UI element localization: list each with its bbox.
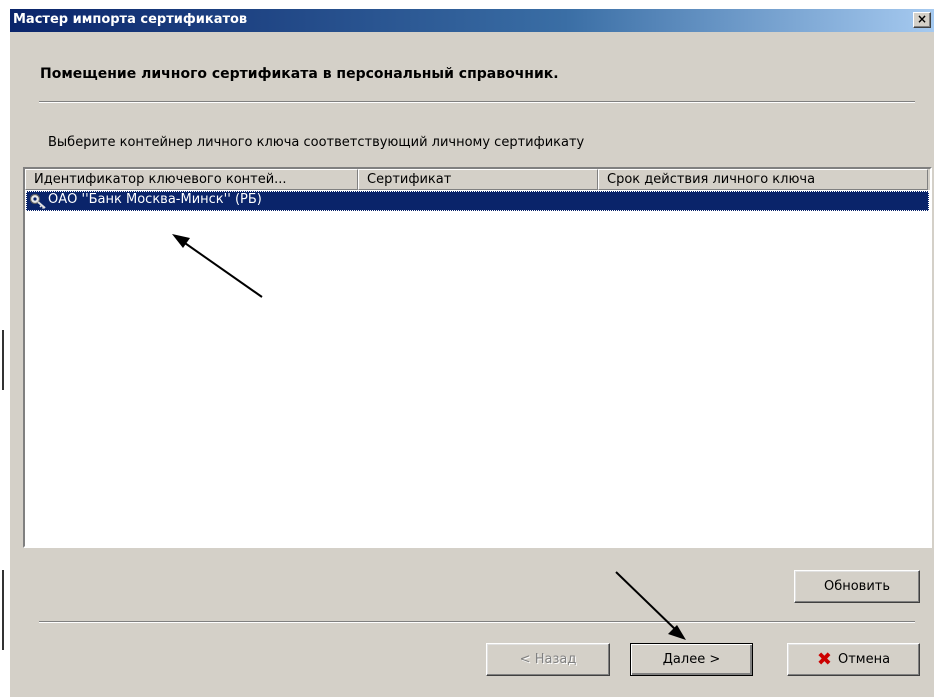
background-edge: [0, 0, 9, 697]
instruction-text: Выберите контейнер личного ключа соответ…: [48, 135, 585, 150]
page-heading: Помещение личного сертификата в персонал…: [40, 66, 559, 82]
list-header: Идентификатор ключевого контей... Сертиф…: [25, 169, 930, 190]
next-button[interactable]: Далее >: [630, 643, 753, 676]
container-name: ОАО ''Банк Москва-Минск'' (РБ): [48, 192, 262, 207]
back-button[interactable]: < Назад: [486, 643, 610, 676]
certificate-import-wizard: Мастер импорта сертификатов × Помещение …: [9, 9, 934, 697]
edge-mark: [2, 330, 4, 390]
column-header-container-id[interactable]: Идентификатор ключевого контей...: [25, 169, 358, 190]
column-header-certificate[interactable]: Сертификат: [358, 169, 598, 190]
list-item[interactable]: ОАО ''Банк Москва-Минск'' (РБ): [26, 191, 929, 211]
close-button[interactable]: ×: [913, 12, 931, 28]
title-bar[interactable]: Мастер импорта сертификатов ×: [10, 9, 934, 32]
key-container-list[interactable]: Идентификатор ключевого контей... Сертиф…: [23, 167, 932, 548]
refresh-button[interactable]: Обновить: [794, 570, 920, 603]
column-header-key-expiry[interactable]: Срок действия личного ключа: [598, 169, 928, 190]
window-title: Мастер импорта сертификатов: [13, 12, 248, 27]
key-icon: [29, 193, 46, 210]
footer-divider: [39, 621, 915, 623]
edge-mark: [2, 570, 4, 650]
cross-icon: ✖: [816, 649, 832, 670]
cancel-label: Отмена: [838, 652, 891, 667]
header-divider: [39, 101, 915, 103]
cancel-button[interactable]: ✖ Отмена: [787, 643, 920, 676]
